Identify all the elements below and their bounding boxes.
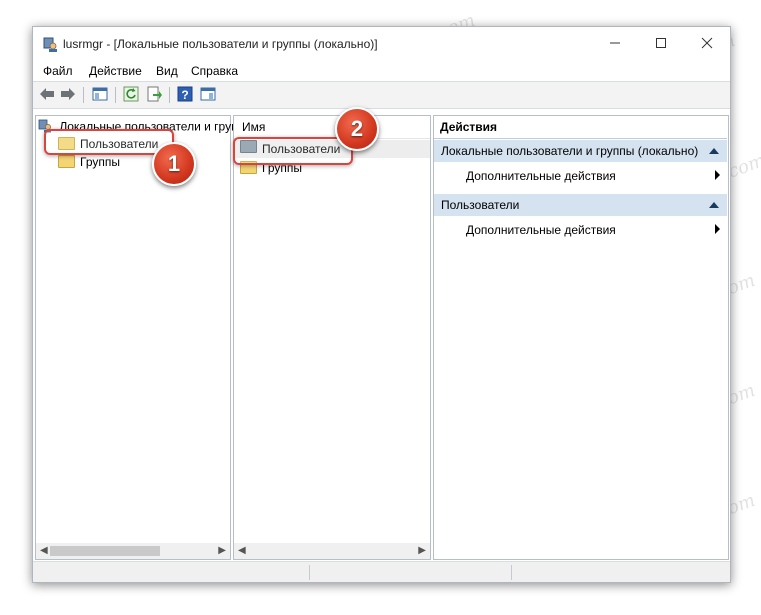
toolbar-separator: [169, 87, 170, 103]
list-header: Имя: [234, 116, 430, 139]
tree-item-groups[interactable]: Группы: [58, 155, 120, 169]
action-item-label: Дополнительные действия: [466, 223, 616, 237]
status-separator: [309, 565, 310, 580]
step-badge-2: 2: [335, 107, 379, 151]
export-list-icon: [146, 86, 162, 105]
menu-help[interactable]: Справка: [191, 64, 238, 78]
toolbar-separator: [115, 87, 116, 103]
close-button[interactable]: [684, 27, 730, 59]
app-icon: [42, 37, 58, 53]
export-list-button[interactable]: [145, 86, 163, 104]
show-hide-tree-icon: [92, 86, 108, 105]
scroll-right-icon[interactable]: ▶: [218, 545, 226, 556]
toolbar-separator: [83, 87, 84, 103]
highlight-users-tree: [44, 129, 174, 155]
back-arrow-icon: [39, 87, 55, 104]
action-section-label: Пользователи: [441, 198, 520, 212]
refresh-icon: [123, 86, 139, 105]
scroll-left-icon[interactable]: ◀: [238, 545, 246, 556]
action-more-actions[interactable]: Дополнительные действия: [466, 223, 616, 237]
action-item-label: Дополнительные действия: [466, 169, 616, 183]
help-icon: ?: [177, 86, 193, 105]
folder-icon: [58, 155, 75, 169]
show-hide-action-pane-icon: [200, 86, 216, 105]
list-pane: Имя Пользователи Группы ◀ ▶: [233, 115, 431, 560]
help-button[interactable]: ?: [176, 86, 194, 104]
highlight-users-list: [233, 137, 353, 165]
scroll-left-icon[interactable]: ◀: [40, 545, 48, 556]
submenu-arrow-icon: [715, 224, 720, 234]
action-section-header-local[interactable]: Локальные пользователи и группы (локальн…: [434, 140, 727, 162]
action-section-header-users[interactable]: Пользователи: [434, 194, 727, 216]
menu-bar: Файл Действие Вид Справка: [33, 61, 730, 82]
toolbar: ?: [33, 82, 730, 109]
column-name-header[interactable]: Имя: [242, 120, 265, 134]
forward-button[interactable]: [59, 86, 77, 104]
title-bar[interactable]: lusrmgr - [Локальные пользователи и груп…: [33, 27, 730, 59]
tree-pane: Локальные пользователи и группы (локальн…: [35, 115, 317, 560]
maximize-button[interactable]: [638, 27, 684, 59]
scroll-right-icon[interactable]: ▶: [418, 545, 426, 556]
menu-file[interactable]: Файл: [43, 64, 73, 78]
lusrmgr-window: lusrmgr - [Локальные пользователи и груп…: [32, 26, 731, 583]
menu-action[interactable]: Действие: [89, 64, 142, 78]
tree-horizontal-scrollbar[interactable]: ◀ ▶: [36, 543, 230, 559]
action-section-label: Локальные пользователи и группы (локальн…: [441, 144, 699, 158]
scroll-thumb[interactable]: [50, 546, 160, 556]
show-hide-action-pane-button[interactable]: [199, 86, 217, 104]
forward-arrow-icon: [60, 87, 76, 104]
collapse-icon[interactable]: [709, 202, 719, 208]
actions-pane: Действия Локальные пользователи и группы…: [433, 115, 729, 560]
actions-title-label: Действия: [440, 120, 498, 134]
menu-view[interactable]: Вид: [156, 64, 178, 78]
list-horizontal-scrollbar[interactable]: ◀ ▶: [234, 543, 430, 559]
action-more-actions[interactable]: Дополнительные действия: [466, 169, 616, 183]
show-hide-tree-button[interactable]: [91, 86, 109, 104]
back-button[interactable]: [38, 86, 56, 104]
step-badge-1: 1: [152, 142, 196, 186]
submenu-arrow-icon: [715, 170, 720, 180]
refresh-button[interactable]: [122, 86, 140, 104]
status-bar: [33, 561, 730, 582]
svg-text:?: ?: [181, 88, 188, 102]
collapse-icon[interactable]: [709, 148, 719, 154]
window-title: lusrmgr - [Локальные пользователи и груп…: [63, 37, 378, 51]
actions-title: Действия: [434, 116, 727, 139]
status-separator: [511, 565, 512, 580]
minimize-button[interactable]: [592, 27, 638, 59]
tree-item-label: Группы: [80, 155, 120, 169]
